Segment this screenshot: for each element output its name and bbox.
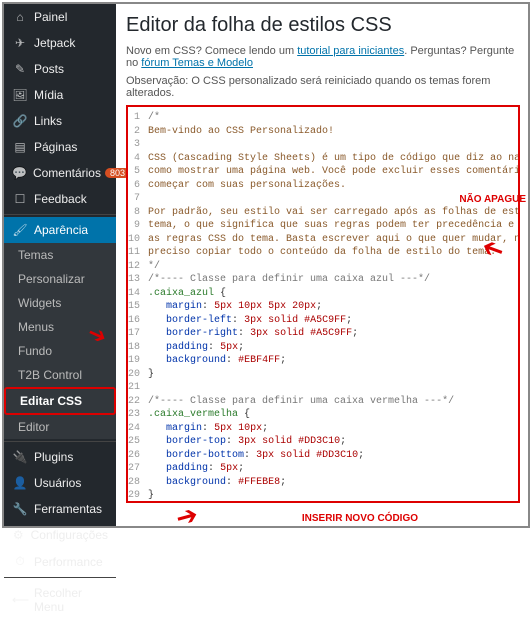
sidebar-item[interactable]: ⚙ Configurações <box>4 522 116 548</box>
sidebar-item-label: Aparência <box>34 223 88 237</box>
collapse-icon: ⟵ <box>12 593 28 607</box>
admin-sidebar: ⌂ Painel ✈ Jetpack ✎ Posts 🖼 Mídia 🔗 Links ▤ Página… <box>4 4 116 526</box>
sidebar-item-label: Mídia <box>34 88 63 102</box>
annotation-bottom: INSERIR NOVO CÓDIGO <box>302 513 418 524</box>
css-editor[interactable]: 1234567891011121314151617181920212223242… <box>126 105 520 503</box>
annotation-right: NÃO APAGUE <box>459 194 526 205</box>
menu-icon: 🔗 <box>12 114 28 128</box>
menu-icon: ▤ <box>12 140 28 154</box>
page-title: Editor da folha de estilos CSS <box>126 14 520 37</box>
sidebar-subitem[interactable]: Editor <box>4 415 116 439</box>
sidebar-item-label: Painel <box>34 10 67 24</box>
sidebar-item[interactable]: 🔗 Links <box>4 108 116 134</box>
sidebar-item[interactable]: ✈ Jetpack <box>4 30 116 56</box>
sidebar-subitem[interactable]: Widgets <box>4 291 116 315</box>
sidebar-item-label: Posts <box>34 62 64 76</box>
note-text: Observação: O CSS personalizado será rei… <box>126 75 520 99</box>
sidebar-subitem[interactable]: T2B Control <box>4 363 116 387</box>
sidebar-item[interactable]: 🖼 Mídia <box>4 82 116 108</box>
menu-icon: ☐ <box>12 192 28 206</box>
forum-link[interactable]: fórum Temas e Modelo <box>141 57 253 69</box>
brush-icon: 🖌 <box>12 223 28 237</box>
menu-icon: ✎ <box>12 62 28 76</box>
sidebar-item-label: Plugins <box>34 450 73 464</box>
menu-icon: 👤 <box>12 476 28 490</box>
sidebar-item[interactable]: 🔌 Plugins <box>4 444 116 470</box>
menu-icon: ⏱ <box>12 554 28 569</box>
line-gutter: 1234567891011121314151617181920212223242… <box>128 109 144 499</box>
collapse-label: Recolher Menu <box>34 586 108 614</box>
sidebar-item-label: Comentários <box>33 166 101 180</box>
sidebar-item-label: Configurações <box>31 528 108 542</box>
code-area[interactable]: /*Bem-vindo ao CSS Personalizado! CSS (C… <box>144 109 520 499</box>
sidebar-subitem[interactable]: Editar CSS <box>4 387 116 415</box>
sidebar-item[interactable]: 👤 Usuários <box>4 470 116 496</box>
menu-icon: ⚙ <box>12 528 25 542</box>
sidebar-item-label: Links <box>34 114 62 128</box>
tutorial-link[interactable]: tutorial para iniciantes <box>297 45 404 57</box>
intro-text: Novo em CSS? Comece lendo um tutorial pa… <box>126 45 520 69</box>
sidebar-subitem[interactable]: Temas <box>4 243 116 267</box>
sidebar-item-label: Páginas <box>34 140 77 154</box>
menu-icon: 🖼 <box>12 88 28 102</box>
sidebar-item-label: Usuários <box>34 476 81 490</box>
sidebar-item[interactable]: 💬Comentários803 <box>4 160 116 186</box>
menu-icon: ✈ <box>12 36 28 50</box>
sidebar-item[interactable]: ⌂ Painel <box>4 4 116 30</box>
sidebar-item-label: Ferramentas <box>34 502 102 516</box>
sidebar-item[interactable]: ☐ Feedback <box>4 186 116 212</box>
menu-icon: 🔧 <box>12 502 28 516</box>
menu-icon: 💬 <box>12 166 27 180</box>
collapse-menu[interactable]: ⟵ Recolher Menu <box>4 580 116 620</box>
main-content: Editor da folha de estilos CSS Novo em C… <box>116 4 528 526</box>
menu-icon: ⌂ <box>12 10 28 24</box>
sidebar-item[interactable]: ▤ Páginas <box>4 134 116 160</box>
sidebar-item-label: Jetpack <box>34 36 75 50</box>
sidebar-subitem[interactable]: Personalizar <box>4 267 116 291</box>
sidebar-item-label: Feedback <box>34 192 87 206</box>
sidebar-item[interactable]: ⏱ Performance <box>4 548 116 575</box>
sidebar-item[interactable]: ✎ Posts <box>4 56 116 82</box>
sidebar-item-appearance[interactable]: 🖌 Aparência <box>4 217 116 243</box>
sidebar-item[interactable]: 🔧 Ferramentas <box>4 496 116 522</box>
menu-icon: 🔌 <box>12 450 28 464</box>
sidebar-item-label: Performance <box>34 555 103 569</box>
